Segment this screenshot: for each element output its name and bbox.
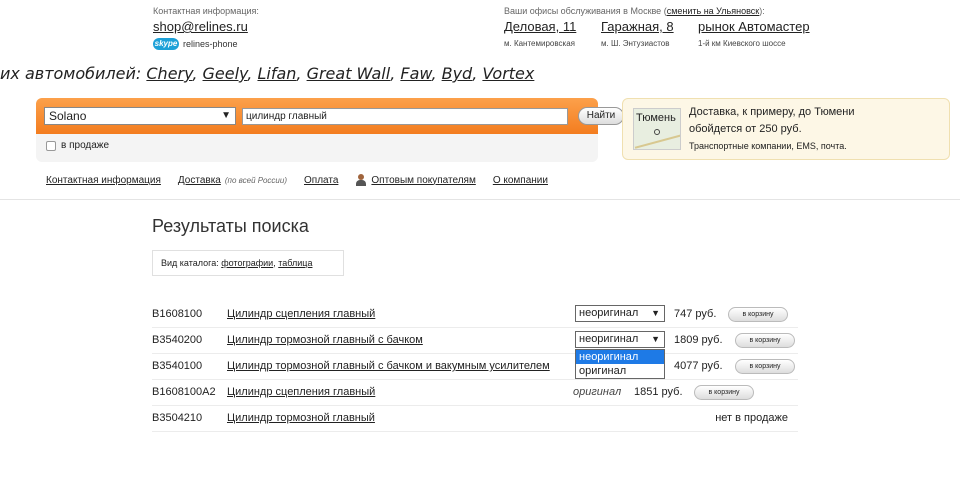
office-name[interactable]: Деловая, 11 (504, 19, 576, 34)
skype-icon: skype (153, 38, 179, 50)
part-price: 1851 руб. (634, 386, 683, 398)
dropdown-option-original[interactable]: оригинал (576, 364, 664, 378)
search-button[interactable]: Найти (578, 107, 624, 125)
office-item[interactable]: Гаражная, 8 м. Ш. Энтузиастов (601, 19, 674, 48)
office-item[interactable]: рынок Автомастер 1-й км Киевского шоссе (698, 19, 810, 48)
offices-label-suffix: ): (759, 6, 765, 16)
office-metro: м. Ш. Энтузиастов (601, 39, 670, 48)
add-to-cart-button[interactable]: в корзину (694, 385, 754, 400)
origin-select[interactable]: неоригинал ▼ (575, 331, 665, 348)
view-table-link[interactable]: таблица (278, 258, 312, 268)
in-stock-label: в продаже (61, 140, 110, 151)
map-city-label: Тюмень (636, 112, 676, 124)
office-metro: м. Кантемировская (504, 39, 575, 48)
page-title: Результаты поиска (152, 216, 309, 236)
nav-delivery-item: Доставка (по всей России) (178, 175, 287, 186)
results-table: B1608100 Цилиндр сцепления главный неори… (152, 302, 798, 432)
part-name-link[interactable]: Цилиндр тормозной главный (227, 412, 375, 424)
part-price: 747 руб. (674, 308, 717, 320)
chevron-down-icon: ▼ (221, 110, 231, 121)
office-item[interactable]: Деловая, 11 м. Кантемировская (504, 19, 576, 48)
add-to-cart-button[interactable]: в корзину (728, 307, 788, 322)
part-code: B1608100A2 (152, 386, 216, 398)
part-name-link[interactable]: Цилиндр тормозной главный с бачком и вак… (227, 360, 550, 372)
nav-payment-link[interactable]: Оплата (304, 175, 338, 186)
nav-delivery-note: (по всей России) (224, 175, 287, 185)
dropdown-option-nonoriginal[interactable]: неоригинал (576, 350, 664, 364)
part-price: 4077 руб. (674, 360, 723, 372)
table-row: B1608100 Цилиндр сцепления главный неори… (152, 302, 798, 328)
part-code: B3540100 (152, 360, 203, 372)
nav-wholesale-item: Оптовым покупателям (355, 174, 476, 186)
brand-link-chery[interactable]: Chery (146, 64, 192, 83)
search-input[interactable]: цилиндр главный (242, 108, 568, 125)
nav-delivery-link[interactable]: Доставка (178, 175, 221, 186)
part-name-link[interactable]: Цилиндр тормозной главный с бачком (227, 334, 423, 346)
skype-id: relines-phone (183, 39, 238, 49)
change-city-link[interactable]: сменить на Ульяновск (667, 6, 760, 16)
brands-line: их автомобилей: Chery, Geely, Lifan, Gre… (0, 64, 535, 83)
table-row: B1608100A2 Цилиндр сцепления главный ори… (152, 380, 798, 406)
add-to-cart-button[interactable]: в корзину (735, 359, 795, 374)
part-code: B3540200 (152, 334, 203, 346)
chevron-down-icon: ▼ (651, 308, 660, 318)
contact-email-link[interactable]: shop@relines.ru (153, 19, 248, 34)
nav-wholesale-link[interactable]: Оптовым покупателям (371, 175, 475, 186)
view-photos-link[interactable]: фотографии (221, 258, 273, 268)
map-marker-icon (654, 129, 660, 135)
person-icon (355, 174, 367, 186)
origin-select[interactable]: неоригинал ▼ (575, 305, 665, 322)
brand-link-faw[interactable]: Faw (400, 64, 431, 83)
office-name[interactable]: рынок Автомастер (698, 19, 810, 34)
table-row: B3504210 Цилиндр тормозной главный нет в… (152, 406, 798, 432)
part-name-link[interactable]: Цилиндр сцепления главный (227, 386, 375, 398)
header-divider (0, 199, 960, 200)
search-bar: Solano ▼ цилиндр главный Найти (36, 98, 624, 134)
office-metro: 1-й км Киевского шоссе (698, 39, 786, 48)
part-name-link[interactable]: Цилиндр сцепления главный (227, 308, 375, 320)
origin-select-value: неоригинал (579, 333, 639, 345)
brand-link-geely[interactable]: Geely (203, 64, 248, 83)
nav-about-link[interactable]: О компании (493, 175, 548, 186)
map-thumbnail[interactable]: Тюмень (633, 108, 681, 150)
part-code: B3504210 (152, 412, 203, 424)
part-code: B1608100 (152, 308, 203, 320)
offices-label-prefix: Ваши офисы обслуживания в Москве ( (504, 6, 667, 16)
availability-status: нет в продаже (715, 412, 788, 424)
delivery-text-line2: обойдется от 250 руб. (689, 123, 802, 135)
table-row: B3540200 Цилиндр тормозной главный с бач… (152, 328, 798, 354)
origin-dropdown-list: неоригинал оригинал (575, 349, 665, 379)
brand-link-lifan[interactable]: Lifan (257, 64, 296, 83)
brand-link-byd[interactable]: Byd (442, 64, 473, 83)
brand-link-great-wall[interactable]: Great Wall (307, 64, 391, 83)
in-stock-filter[interactable]: в продаже (46, 140, 109, 151)
catalog-view-label: Вид каталога: (161, 258, 219, 268)
delivery-text-line3: Транспортные компании, EMS, почта. (689, 141, 847, 151)
origin-select-value: неоригинал (579, 307, 639, 319)
skype-contact[interactable]: skype relines-phone (153, 38, 238, 50)
delivery-text-line1: Доставка, к примеру, до Тюмени (689, 106, 855, 118)
search-panel: Solano ▼ цилиндр главный Найти в продаже (36, 98, 624, 162)
part-price: 1809 руб. (674, 334, 723, 346)
catalog-view-switch: Вид каталога: фотографии, таблица (152, 250, 344, 276)
origin-label: оригинал (573, 386, 622, 398)
office-name[interactable]: Гаражная, 8 (601, 19, 674, 34)
chevron-down-icon: ▼ (651, 334, 660, 344)
in-stock-checkbox[interactable] (46, 140, 56, 151)
brand-select[interactable]: Solano ▼ (44, 107, 236, 125)
brand-select-value: Solano (49, 109, 87, 123)
offices-label: Ваши офисы обслуживания в Москве (сменит… (504, 6, 765, 16)
add-to-cart-button[interactable]: в корзину (735, 333, 795, 348)
brands-prefix: их автомобилей: (0, 64, 142, 83)
brand-link-vortex[interactable]: Vortex (482, 64, 534, 83)
table-row: B3540100 Цилиндр тормозной главный с бач… (152, 354, 798, 380)
delivery-promo: Тюмень Доставка, к примеру, до Тюмени об… (622, 98, 950, 160)
contact-label: Контактная информация: (153, 6, 259, 16)
main-nav: Контактная информация Доставка (по всей … (46, 174, 565, 186)
nav-contact-link[interactable]: Контактная информация (46, 175, 161, 186)
